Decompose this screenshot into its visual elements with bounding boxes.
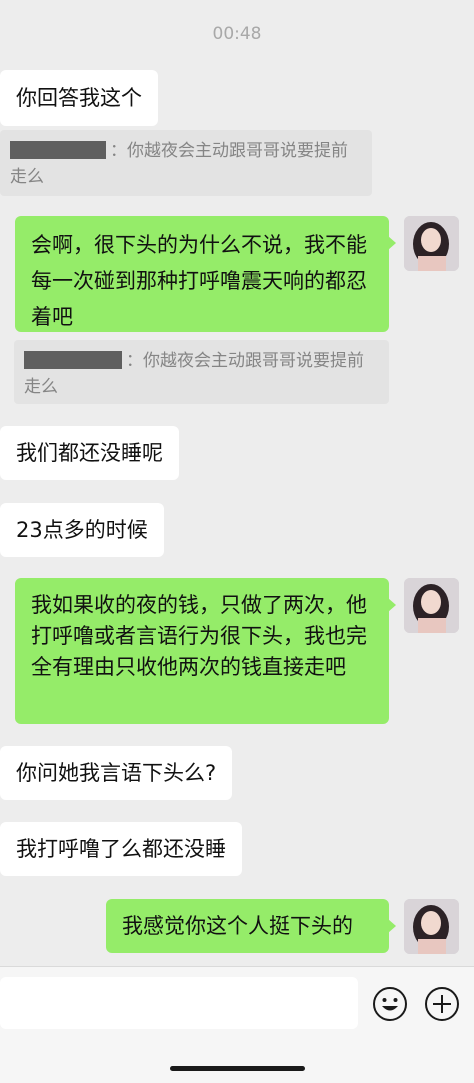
input-bar <box>0 966 474 1083</box>
timestamp: 00:48 <box>212 24 262 44</box>
plus-icon[interactable] <box>424 986 460 1022</box>
message-text: 23点多的时候 <box>16 518 148 542</box>
avatar[interactable] <box>404 216 459 271</box>
message-outgoing[interactable]: 会啊，很下头的为什么不说，我不能每一次碰到那种打呼噜震天响的都忍着吧 <box>15 216 396 332</box>
avatar-image-icon <box>404 578 459 633</box>
message-text: 我打呼噜了么都还没睡 <box>16 837 226 861</box>
avatar[interactable] <box>404 578 459 633</box>
quoted-message[interactable]: ：你越夜会主动跟哥哥说要提前走么 <box>14 340 389 404</box>
message-outgoing[interactable]: 我如果收的夜的钱，只做了两次，他打呼噜或者言语行为很下头，我也完全有理由只收他两… <box>15 578 396 724</box>
message-incoming[interactable]: 你问她我言语下头么? <box>0 746 233 800</box>
message-text: 我感觉你这个人挺下头的 <box>122 914 353 938</box>
message-text: 你问她我言语下头么? <box>16 761 217 785</box>
message-incoming[interactable]: 我们都还没睡呢 <box>0 426 179 480</box>
home-indicator <box>170 1066 305 1071</box>
avatar-image-icon <box>404 899 459 954</box>
avatar-image-icon <box>404 216 459 271</box>
redacted-name <box>24 351 122 369</box>
message-incoming[interactable]: 我打呼噜了么都还没睡 <box>0 822 242 876</box>
message-text: 我们都还没睡呢 <box>16 441 163 465</box>
message-incoming[interactable]: 你回答我这个 <box>0 70 158 126</box>
message-text: 会啊，很下头的为什么不说，我不能每一次碰到那种打呼噜震天响的都忍着吧 <box>31 233 367 329</box>
message-outgoing[interactable]: 我感觉你这个人挺下头的 <box>106 899 396 953</box>
emoji-icon[interactable] <box>372 986 408 1022</box>
redacted-name <box>10 141 106 159</box>
quoted-message[interactable]: ：你越夜会主动跟哥哥说要提前走么 <box>0 130 372 196</box>
message-incoming[interactable]: 23点多的时候 <box>0 503 164 557</box>
message-text: 我如果收的夜的钱，只做了两次，他打呼噜或者言语行为很下头，我也完全有理由只收他两… <box>31 593 367 679</box>
message-input[interactable] <box>0 977 358 1029</box>
avatar[interactable] <box>404 899 459 954</box>
message-text: 你回答我这个 <box>16 86 142 110</box>
